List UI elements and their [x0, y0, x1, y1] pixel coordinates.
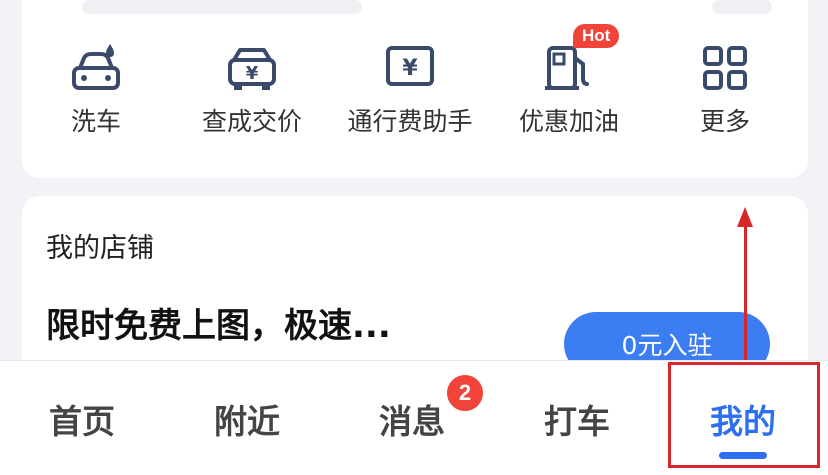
annotation-arrow-line [744, 226, 747, 368]
svg-text:¥: ¥ [246, 63, 259, 84]
store-headline: 限时免费上图，极速... [46, 306, 391, 346]
partial-content-placeholder [82, 0, 362, 14]
service-car-wash[interactable]: 洗车 [13, 32, 179, 152]
toll-fee-icon: ¥ [380, 38, 440, 98]
service-more[interactable]: 更多 [642, 32, 808, 152]
service-label: 查成交价 [201, 107, 302, 136]
service-label: 更多 [699, 107, 750, 136]
service-car-price[interactable]: ¥ 查成交价 [169, 32, 335, 152]
service-label: 洗车 [70, 107, 121, 136]
car-wash-icon [66, 38, 126, 98]
partial-content-placeholder [712, 0, 772, 14]
annotation-highlight-box [668, 362, 820, 468]
svg-text:¥: ¥ [402, 56, 418, 81]
tab-nearby[interactable]: 附近 [187, 395, 307, 443]
service-label: 通行费助手 [347, 107, 473, 136]
services-card: 洗车 ¥ 查成交价 ¥ 通行费助手 Hot 优惠加油 更多 [22, 0, 808, 178]
annotation-arrow-head [737, 207, 753, 227]
tab-home[interactable]: 首页 [22, 395, 142, 443]
message-count-badge: 2 [445, 373, 485, 413]
service-fuel[interactable]: Hot 优惠加油 [486, 24, 652, 152]
car-price-icon: ¥ [222, 38, 282, 98]
fuel-pump-icon: Hot [539, 24, 620, 98]
service-toll-fee[interactable]: ¥ 通行费助手 [327, 32, 493, 152]
tab-taxi[interactable]: 打车 [517, 395, 637, 443]
store-title: 我的店铺 [46, 233, 154, 264]
service-label: 优惠加油 [518, 107, 619, 136]
grid-more-icon [695, 38, 755, 98]
hot-badge: Hot [573, 24, 620, 48]
